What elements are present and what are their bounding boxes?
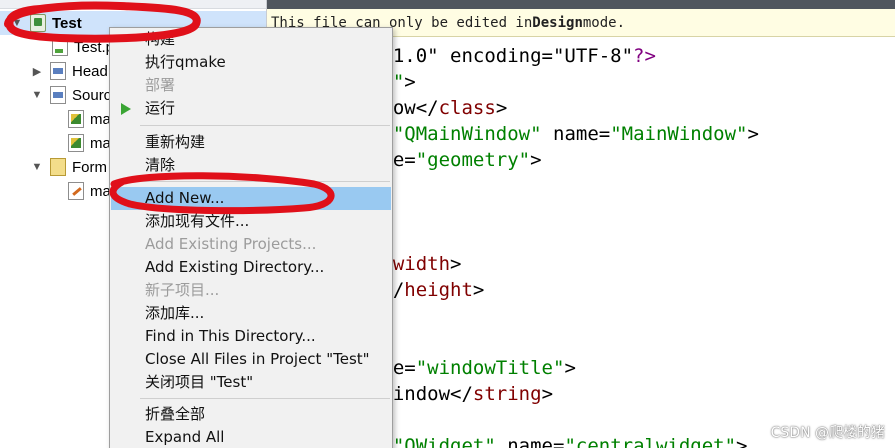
tree-item-forms[interactable]: ▼ Form <box>30 155 107 179</box>
chevron-down-icon[interactable]: ▼ <box>30 160 44 174</box>
menu-item-run[interactable]: 运行 <box>111 97 391 120</box>
code-token: > <box>747 123 759 145</box>
chevron-down-icon[interactable]: ▼ <box>30 88 44 102</box>
menu-item-label: Find in This Directory... <box>145 327 316 345</box>
menu-item-new-subproject: 新子项目... <box>111 279 391 302</box>
menu-item-label: 运行 <box>145 99 176 117</box>
code-token: > <box>495 97 508 119</box>
tree-item-sources[interactable]: ▼ Sourc <box>30 83 111 107</box>
menu-item-label: 清除 <box>145 156 176 174</box>
chevron-right-icon[interactable]: ▶ <box>30 64 44 78</box>
tree-item-ui-file[interactable]: ma <box>68 179 111 203</box>
code-token: string <box>472 383 542 405</box>
menu-item-label: 新子项目... <box>145 281 220 299</box>
menu-item-add-existing-directory[interactable]: Add Existing Directory... <box>111 256 391 279</box>
tree-item-label: Head <box>72 62 108 80</box>
menu-item-label: 重新构建 <box>145 133 206 151</box>
tree-item-headers[interactable]: ▶ Head <box>30 59 108 83</box>
code-token: > <box>736 435 748 448</box>
menu-item-collapse-all[interactable]: 折叠全部 <box>111 403 391 426</box>
run-icon <box>121 103 131 115</box>
watermark: CSDN @爬楼的猪 <box>770 425 885 441</box>
info-suffix: mode. <box>582 14 626 31</box>
menu-separator <box>140 181 390 182</box>
menu-item-find-in-directory[interactable]: Find in This Directory... <box>111 325 391 348</box>
code-token: "QWidget" <box>392 435 496 448</box>
pro-file-icon <box>52 38 68 56</box>
menu-item-label: Add Existing Directory... <box>145 258 325 276</box>
menu-item-label: Add Existing Projects... <box>145 235 317 253</box>
code-token: height <box>404 279 473 301</box>
chevron-down-icon[interactable]: ▼ <box>10 16 24 30</box>
code-token: ?> <box>633 45 656 67</box>
menu-item-label: 添加现有文件... <box>145 212 250 230</box>
tree-item-label: Sourc <box>72 86 112 104</box>
menu-item-rebuild[interactable]: 重新构建 <box>111 131 391 154</box>
tree-item-label: ma <box>90 134 111 152</box>
menu-item-label: 构建 <box>145 30 176 48</box>
code-token: "geometry" <box>415 149 531 171</box>
cpp-file-icon <box>68 134 84 152</box>
code-token: "MainWindow" <box>610 123 748 145</box>
code-token: "centralwidget" <box>564 435 737 448</box>
menu-item-label: 折叠全部 <box>145 405 206 423</box>
code-token: "QMainWindow" <box>392 123 542 145</box>
menu-item-close-all-files[interactable]: Close All Files in Project "Test" <box>111 348 391 371</box>
tree-item-source-file[interactable]: ma <box>68 131 111 155</box>
forms-folder-icon <box>50 158 66 176</box>
menu-item-expand-all[interactable]: Expand All <box>111 426 391 448</box>
project-icon <box>30 14 46 32</box>
code-token: class <box>438 97 496 119</box>
menu-item-add-existing-files[interactable]: 添加现有文件... <box>111 210 391 233</box>
menu-item-label: 添加库... <box>145 304 205 322</box>
tree-item-source-file[interactable]: ma <box>68 107 111 131</box>
code-token: > <box>564 357 576 379</box>
cpp-file-icon <box>68 110 84 128</box>
menu-item-label: 执行qmake <box>145 53 226 71</box>
context-menu: 构建 执行qmake 部署 运行 重新构建 清除 Add New... 添加现有… <box>109 27 393 448</box>
menu-item-label: 部署 <box>145 76 176 94</box>
code-token: > <box>530 149 542 171</box>
code-token: > <box>472 279 485 301</box>
info-mode: Design <box>532 14 583 31</box>
code-token: > <box>541 383 554 405</box>
code-token: name= <box>495 435 565 448</box>
code-token: name= <box>541 123 611 145</box>
menu-item-add-library[interactable]: 添加库... <box>111 302 391 325</box>
menu-item-run-qmake[interactable]: 执行qmake <box>111 51 391 74</box>
menu-item-close-project[interactable]: 关闭项目 "Test" <box>111 371 391 394</box>
header-folder-icon <box>50 62 66 80</box>
code-token: "windowTitle" <box>415 357 565 379</box>
code-token: > <box>450 253 462 275</box>
menu-item-build[interactable]: 构建 <box>111 28 391 51</box>
menu-item-label: Close All Files in Project "Test" <box>145 350 370 368</box>
ui-file-icon <box>68 182 84 200</box>
tree-item-label: Test <box>52 14 82 32</box>
menu-item-add-new[interactable]: Add New... <box>111 187 391 210</box>
menu-item-label: 关闭项目 "Test" <box>145 373 254 391</box>
menu-separator <box>140 398 390 399</box>
menu-item-add-existing-projects: Add Existing Projects... <box>111 233 391 256</box>
tree-header <box>0 0 266 9</box>
menu-item-label: Add New... <box>145 189 225 207</box>
source-folder-icon <box>50 86 66 104</box>
menu-separator <box>140 125 390 126</box>
tree-item-label: Form <box>72 158 107 176</box>
editor-tab-strip[interactable] <box>267 0 895 9</box>
code-token: > <box>404 71 416 93</box>
tree-item-label: ma <box>90 110 111 128</box>
menu-item-clean[interactable]: 清除 <box>111 154 391 177</box>
tree-item-pro-file[interactable]: Test.p <box>52 35 114 59</box>
tree-item-label: ma <box>90 182 111 200</box>
menu-item-label: Expand All <box>145 428 225 446</box>
menu-item-deploy: 部署 <box>111 74 391 97</box>
code-token: width <box>392 253 451 275</box>
